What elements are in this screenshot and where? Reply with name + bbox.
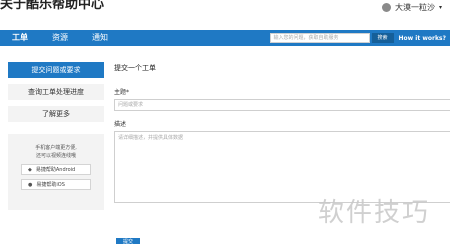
subject-label: 主题*	[114, 89, 130, 96]
search-input[interactable]: 输入您的问题，获取自助服务	[269, 33, 370, 43]
sidebar-item-track[interactable]: 查询工单处理进度	[8, 84, 104, 100]
android-app-button[interactable]: ◆ 易捷帮助Android	[21, 164, 91, 175]
tab-resources[interactable]: 资源	[40, 30, 80, 46]
form-title: 提交一个工单	[114, 64, 156, 72]
sidebar: 提交问题或要求 查询工单处理进度 了解更多 手机客户端更方便, 还可以视频连线哦…	[8, 62, 104, 210]
apple-icon: ●	[28, 181, 33, 188]
search-button[interactable]: 搜索	[371, 33, 394, 43]
app-text-line-2: 还可以视频连线哦	[35, 153, 76, 159]
how-it-works-link[interactable]: How it works?	[399, 35, 446, 42]
user-name: 大漠一粒沙	[394, 3, 435, 12]
android-app-label: 易捷帮助Android	[35, 167, 76, 173]
app-text-line-1: 手机客户端更方便,	[35, 145, 77, 151]
watermark: 软件技巧	[318, 198, 431, 228]
sidebar-item-learn-more[interactable]: 了解更多	[8, 106, 104, 122]
tab-tickets[interactable]: 工单	[0, 30, 40, 46]
description-label: 描述	[114, 121, 127, 128]
android-icon: ◆	[28, 166, 32, 173]
tab-notifications[interactable]: 通知	[80, 30, 120, 46]
submit-button[interactable]: 提交	[116, 238, 140, 244]
top-navbar: 工单 资源 通知 输入您的问题，获取自助服务 搜索 How it works?	[0, 30, 450, 46]
app-download-box: 手机客户端更方便, 还可以视频连线哦 ◆ 易捷帮助Android ● 易捷帮助i…	[8, 134, 104, 210]
user-menu[interactable]: 大漠一粒沙 ▾	[381, 2, 442, 13]
ios-app-label: 易捷帮助iOS	[36, 182, 65, 188]
sidebar-item-submit[interactable]: 提交问题或要求	[8, 62, 104, 78]
subject-field[interactable]: 问题或要求	[114, 99, 450, 111]
chevron-down-icon: ▾	[438, 4, 442, 11]
brand-title: 关于酷乐帮助中心	[0, 0, 105, 12]
ticket-form: 提交一个工单 主题* 问题或要求 描述 请详细描述，并提供具体数据	[114, 63, 450, 203]
user-avatar-icon	[381, 3, 391, 12]
ios-app-button[interactable]: ● 易捷帮助iOS	[21, 179, 91, 190]
